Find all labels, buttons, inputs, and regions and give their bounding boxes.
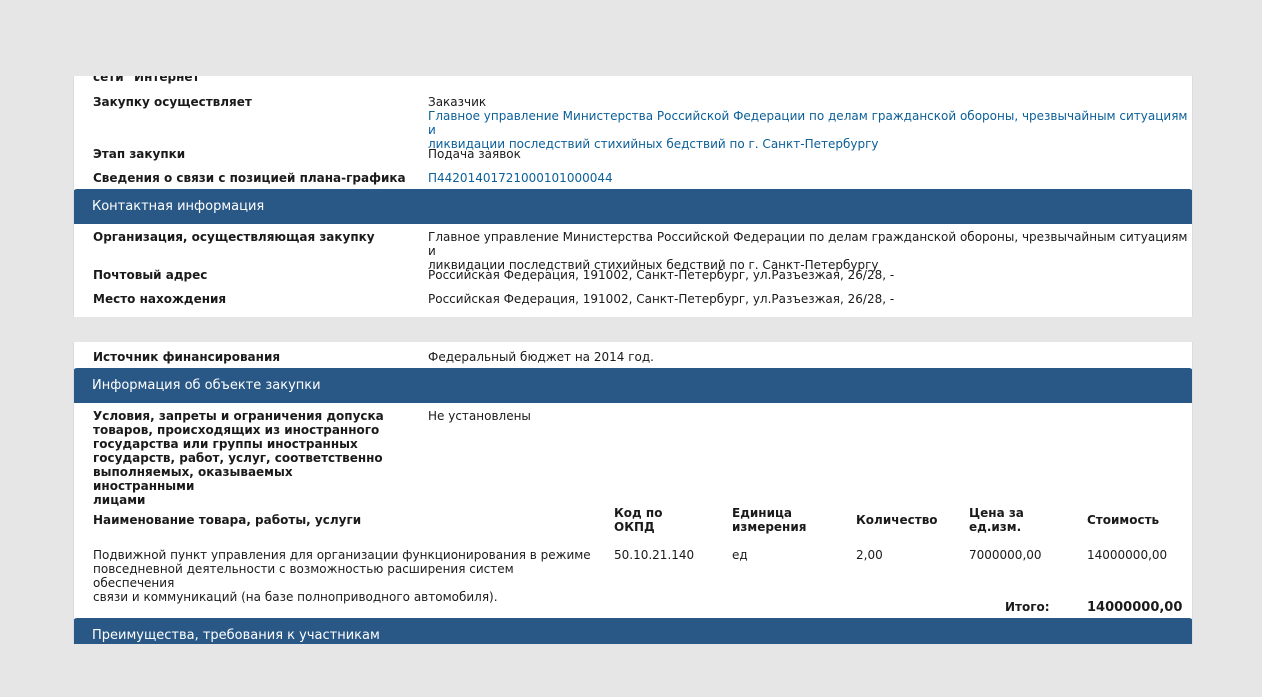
conditions-label-line: государств, работ, услуг, соответственно [93, 451, 383, 465]
col-header-line: ОКПД [614, 520, 655, 534]
table-row-unit: ед [732, 548, 748, 562]
col-header-line: измерения [732, 520, 807, 534]
purchaser-org-link[interactable]: Главное управление Министерства Российск… [428, 109, 1192, 151]
purchaser-org-line: ликвидации последствий стихийных бедстви… [428, 137, 879, 151]
table-row-cost: 14000000,00 [1087, 548, 1168, 562]
organization-value: Главное управление Министерства Российск… [428, 230, 1192, 272]
stage-value: Подача заявок [428, 147, 521, 161]
plan-position-label: Сведения о связи с позицией плана-график… [93, 171, 406, 185]
conditions-label-line: выполняемых, оказываемых иностранными [93, 465, 293, 493]
finance-source-label: Источник финансирования [93, 350, 281, 364]
conditions-label-line: лицами [93, 493, 146, 507]
stage-label: Этап закупки [93, 147, 186, 161]
col-header-line: Код по [614, 506, 663, 520]
section-header-purchase-object: Информация об объекте закупки [74, 368, 1192, 403]
row-name-line: повседневной деятельности с возможностью… [93, 562, 514, 590]
table-row-okpd: 50.10.21.140 [614, 548, 695, 562]
conditions-label: Условия, запреты и ограничения допуска т… [93, 409, 393, 507]
location-label: Место нахождения [93, 292, 227, 306]
col-header-quantity: Количество [856, 513, 938, 527]
purchaser-org-line: Главное управление Министерства Российск… [428, 109, 1188, 137]
purchaser-label: Закупку осуществляет [93, 95, 252, 109]
col-header-line: ед.изм. [969, 520, 1022, 534]
postal-address-value: Российская Федерация, 191002, Санкт-Пете… [428, 268, 895, 282]
section-title: Преимущества, требования к участникам [92, 628, 380, 643]
purchaser-role: Заказчик [428, 95, 487, 109]
conditions-value: Не установлены [428, 409, 531, 423]
total-label: Итого: [1005, 600, 1050, 614]
total-value: 14000000,00 [1087, 600, 1183, 615]
col-header-unit: Единица измерения [732, 506, 806, 534]
finance-source-value: Федеральный бюджет на 2014 год. [428, 350, 654, 364]
organization-label: Организация, осуществляющая закупку [93, 230, 375, 244]
info-panel-top: сети "Интернет" Закупку осуществляет Зак… [73, 76, 1193, 317]
conditions-label-line: государства или группы иностранных [93, 437, 358, 451]
location-value: Российская Федерация, 191002, Санкт-Пете… [428, 292, 895, 306]
section-title: Контактная информация [92, 199, 265, 214]
plan-position-link[interactable]: П44201401721000101000044 [428, 171, 613, 185]
section-header-advantages: Преимущества, требования к участникам [74, 618, 1192, 644]
col-header-line: Цена за [969, 506, 1024, 520]
col-header-line: Единица [732, 506, 792, 520]
conditions-label-line: Условия, запреты и ограничения допуска [93, 409, 384, 423]
section-title: Информация об объекте закупки [92, 378, 321, 393]
col-header-cost: Стоимость [1087, 513, 1160, 527]
table-row-price: 7000000,00 [969, 548, 1042, 562]
row-name-line: Подвижной пункт управления для организац… [93, 548, 591, 562]
postal-address-label: Почтовый адрес [93, 268, 208, 282]
organization-line: Главное управление Министерства Российск… [428, 230, 1188, 258]
table-row-name: Подвижной пункт управления для организац… [93, 548, 593, 604]
table-row-quantity: 2,00 [856, 548, 883, 562]
col-header-price: Цена за ед.изм. [969, 506, 1024, 534]
section-header-contacts: Контактная информация [74, 189, 1192, 224]
info-panel-bottom: Источник финансирования Федеральный бюдж… [73, 342, 1193, 644]
col-header-okpd: Код по ОКПД [614, 506, 662, 534]
col-header-name: Наименование товара, работы, услуги [93, 513, 362, 527]
internet-label-fragment: сети "Интернет" [93, 76, 206, 84]
row-name-line: связи и коммуникаций (на базе полноприво… [93, 590, 498, 604]
conditions-label-line: товаров, происходящих из иностранного [93, 423, 380, 437]
